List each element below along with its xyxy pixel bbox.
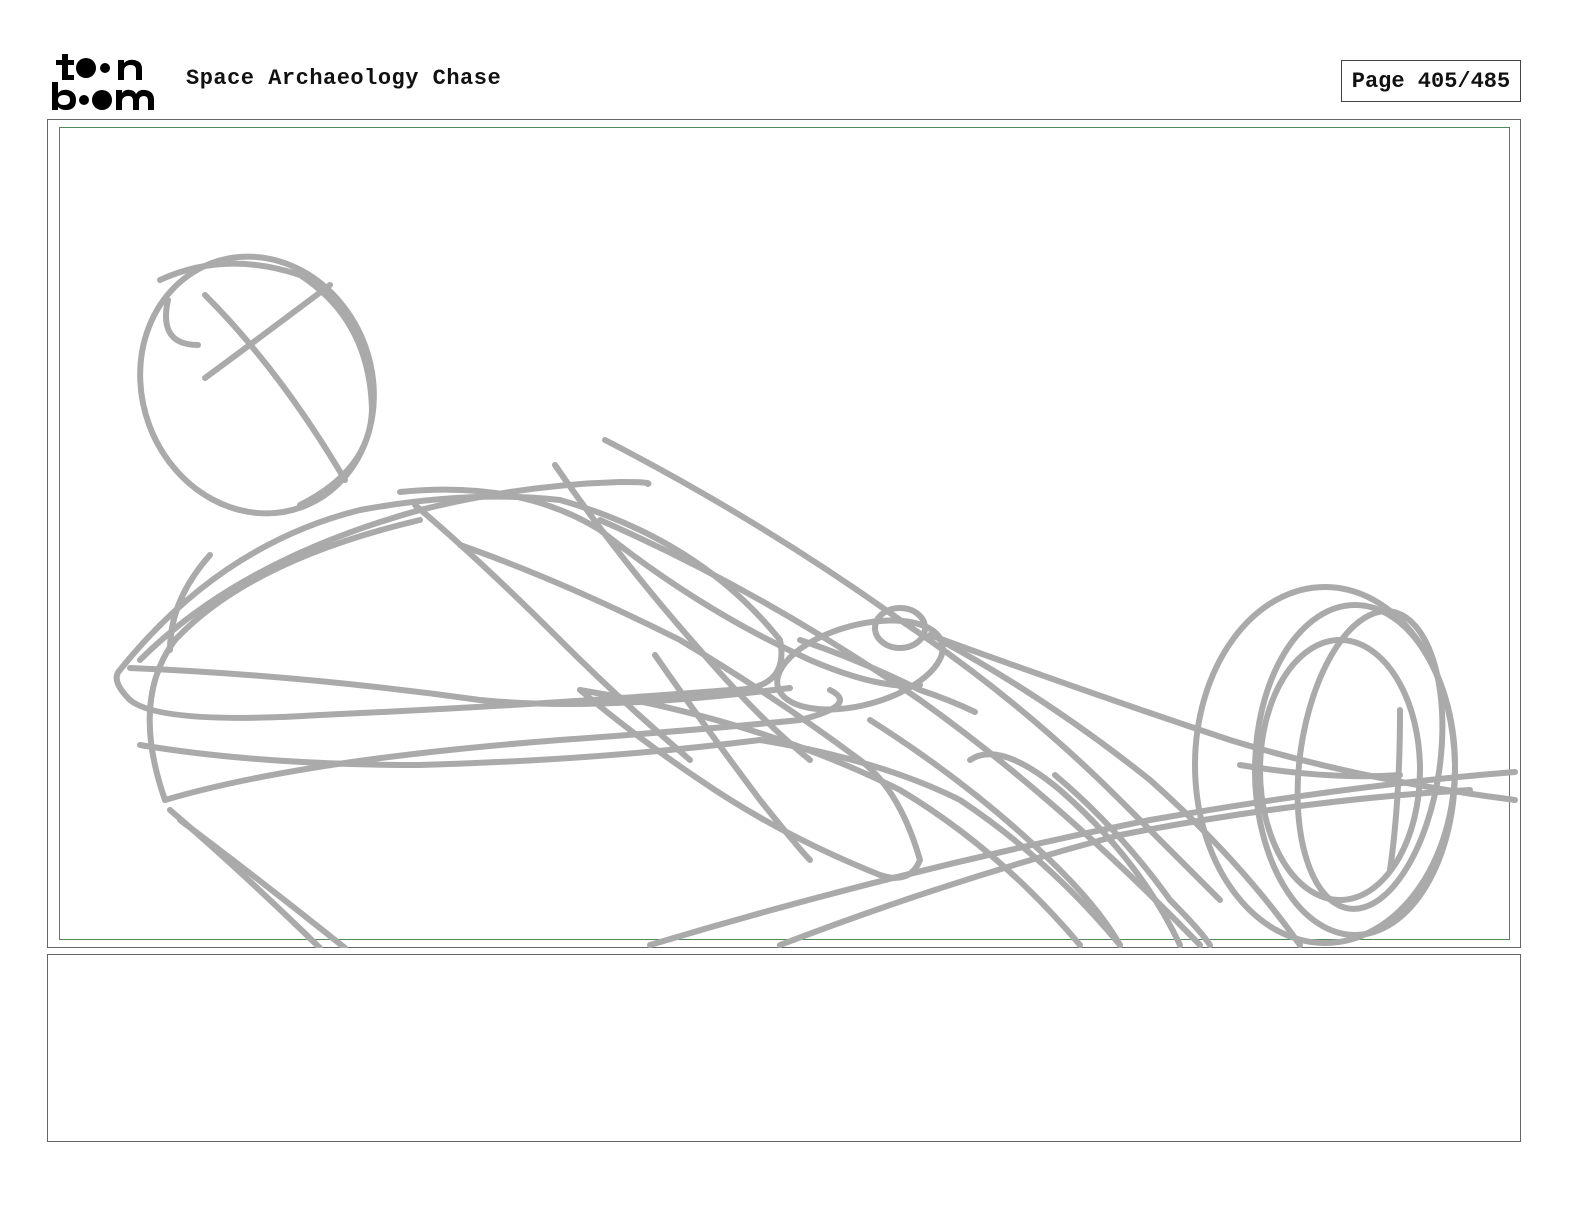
toon-boom-logo bbox=[50, 50, 166, 112]
rough-pencil-sketch-icon bbox=[47, 119, 1521, 948]
page-number-label: Page 405/485 bbox=[1341, 60, 1521, 102]
project-title: Space Archaeology Chase bbox=[186, 66, 502, 91]
caption-box bbox=[47, 954, 1521, 1142]
